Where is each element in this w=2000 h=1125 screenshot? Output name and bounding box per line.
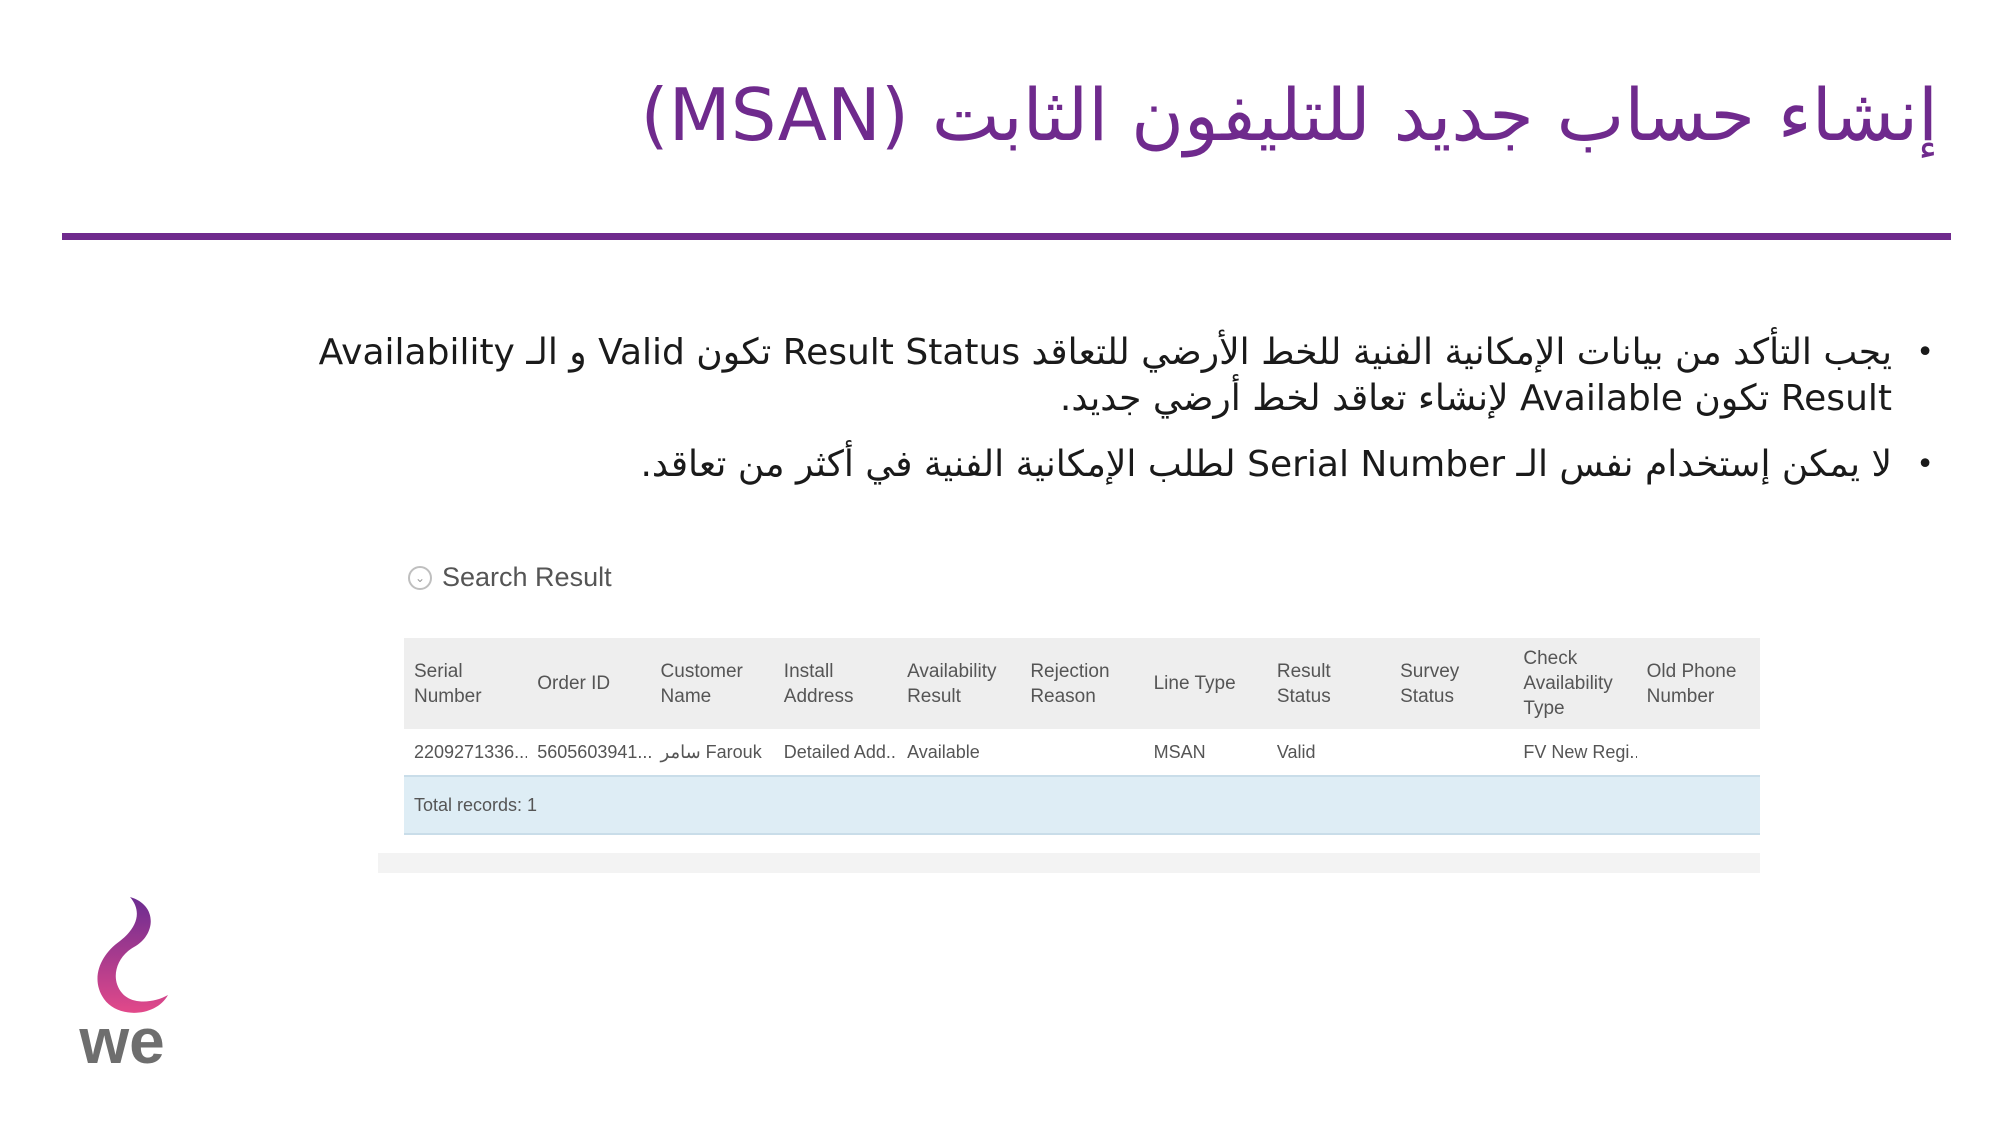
cell-old-phone-number [1637,729,1760,776]
bullet-item: • لا يمكن إستخدام نفس الـ Serial Number … [292,442,1942,488]
column-header-customer-name[interactable]: Customer Name [650,638,774,729]
column-header-line-type[interactable]: Line Type [1143,638,1267,729]
bullet-list: • يجب التأكد من بيانات الإمكانية الفنية … [292,330,1942,508]
cell-survey-status [1390,729,1513,776]
bullet-text: يجب التأكد من بيانات الإمكانية الفنية لل… [318,332,1892,419]
column-header-old-phone-number[interactable]: Old Phone Number [1636,638,1760,729]
we-logo: we [78,897,168,1070]
cell-serial-number: 2209271336... [414,741,528,762]
column-header-order-id[interactable]: Order ID [527,638,651,729]
cell-install-address: Detailed Add... [783,741,898,762]
table-row[interactable]: 2209271336... 5605603941... سامر Farouk … [404,729,1760,776]
search-result-screenshot: ⌄ Search Result Serial Number Order ID C… [378,540,1760,873]
logo-wordmark: we [78,1005,164,1070]
logo-swoosh [97,897,168,1013]
cell-availability-result: Available [907,741,980,762]
search-result-label: Search Result [442,562,612,592]
bullet-symbol: • [1916,447,1934,482]
table-footer-row: Total records: 1 [404,775,1760,835]
column-header-rejection-reason[interactable]: Rejection Reason [1020,638,1144,729]
column-header-availability-result[interactable]: Availability Result [897,638,1021,729]
screenshot-bottom-strip [378,853,1760,873]
table-header-row: Serial Number Order ID Customer Name Ins… [404,638,1760,729]
slide-title: إنشاء حساب جديد للتليفون الثابت (MSAN) [640,73,1938,157]
cell-check-availability-type: FV New Regi... [1523,741,1637,762]
cell-order-id: 5605603941... [537,741,651,762]
bullet-item: • يجب التأكد من بيانات الإمكانية الفنية … [292,330,1942,422]
column-header-survey-status[interactable]: Survey Status [1390,638,1514,729]
cell-customer-name: سامر Farouk [660,741,762,762]
cell-result-status: Valid [1276,741,1316,762]
column-header-check-availability-type[interactable]: Check Availability Type [1513,638,1637,729]
title-divider [62,233,1951,240]
search-result-table: Serial Number Order ID Customer Name Ins… [404,638,1760,835]
total-records: Total records: 1 [404,775,1760,835]
column-header-result-status[interactable]: Result Status [1266,638,1391,729]
bullet-text: لا يمكن إستخدام نفس الـ Serial Number لط… [640,444,1892,485]
bullet-symbol: • [1916,335,1934,370]
column-header-serial-number[interactable]: Serial Number [404,638,528,729]
cell-rejection-reason [1020,729,1143,776]
chevron-down-icon[interactable]: ⌄ [408,565,432,590]
cell-line-type: MSAN [1153,741,1206,762]
column-header-install-address[interactable]: Install Address [773,638,898,729]
search-result-header[interactable]: ⌄ Search Result [408,562,612,593]
